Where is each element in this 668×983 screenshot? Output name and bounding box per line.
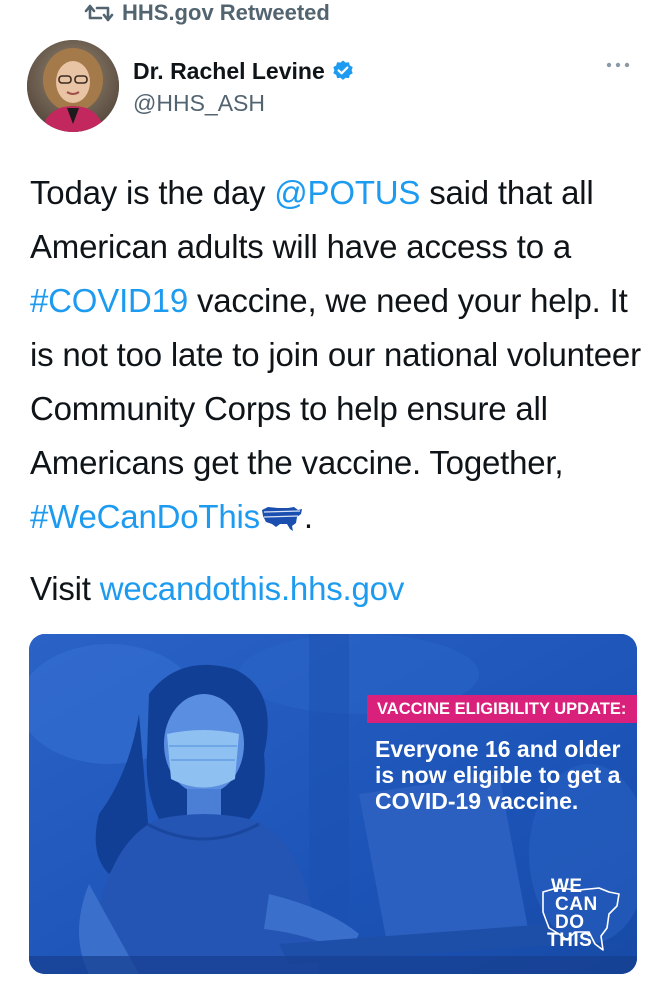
verified-badge-icon	[333, 60, 353, 80]
visit-prefix: Visit	[30, 570, 100, 607]
handle[interactable]: @HHS_ASH	[133, 90, 355, 117]
tweet-body: Today is the day @POTUS said that all Am…	[30, 166, 650, 544]
hashtag-wecandothis[interactable]: #WeCanDoThis	[30, 498, 260, 535]
retweet-icon	[84, 4, 114, 22]
tweet-text-segment: .	[303, 498, 313, 535]
display-name-row: Dr. Rachel Levine	[133, 56, 355, 86]
logo-line: THIS	[547, 930, 593, 951]
tweet-visit: Visit wecandothis.hhs.gov	[30, 562, 650, 616]
tweet-text: Today is the day @POTUS said that all Am…	[30, 166, 650, 616]
media-card[interactable]: VACCINE ELIGIBILITY UPDATE: Everyone 16 …	[29, 634, 637, 974]
usa-map-emoji	[261, 507, 302, 531]
user-block[interactable]: Dr. Rachel Levine @HHS_ASH	[133, 56, 355, 117]
tweet-text-segment: Today is the day	[30, 174, 275, 211]
media-headline: Everyone 16 and older is now eligible to…	[375, 736, 621, 814]
retweet-context[interactable]: HHS.gov Retweeted	[84, 0, 330, 26]
mention-potus[interactable]: @POTUS	[274, 174, 420, 211]
more-options-icon[interactable]	[604, 58, 632, 72]
we-can-do-this-logo: WE CAN DO THIS	[541, 877, 598, 951]
retweet-label: HHS.gov Retweeted	[122, 0, 330, 25]
hashtag-covid19[interactable]: #COVID19	[30, 282, 188, 319]
avatar[interactable]	[27, 40, 119, 132]
eligibility-badge: VACCINE ELIGIBILITY UPDATE:	[367, 695, 637, 723]
visit-link[interactable]: wecandothis.hhs.gov	[100, 570, 405, 607]
display-name[interactable]: Dr. Rachel Levine	[133, 58, 325, 85]
avatar-image	[27, 40, 119, 132]
